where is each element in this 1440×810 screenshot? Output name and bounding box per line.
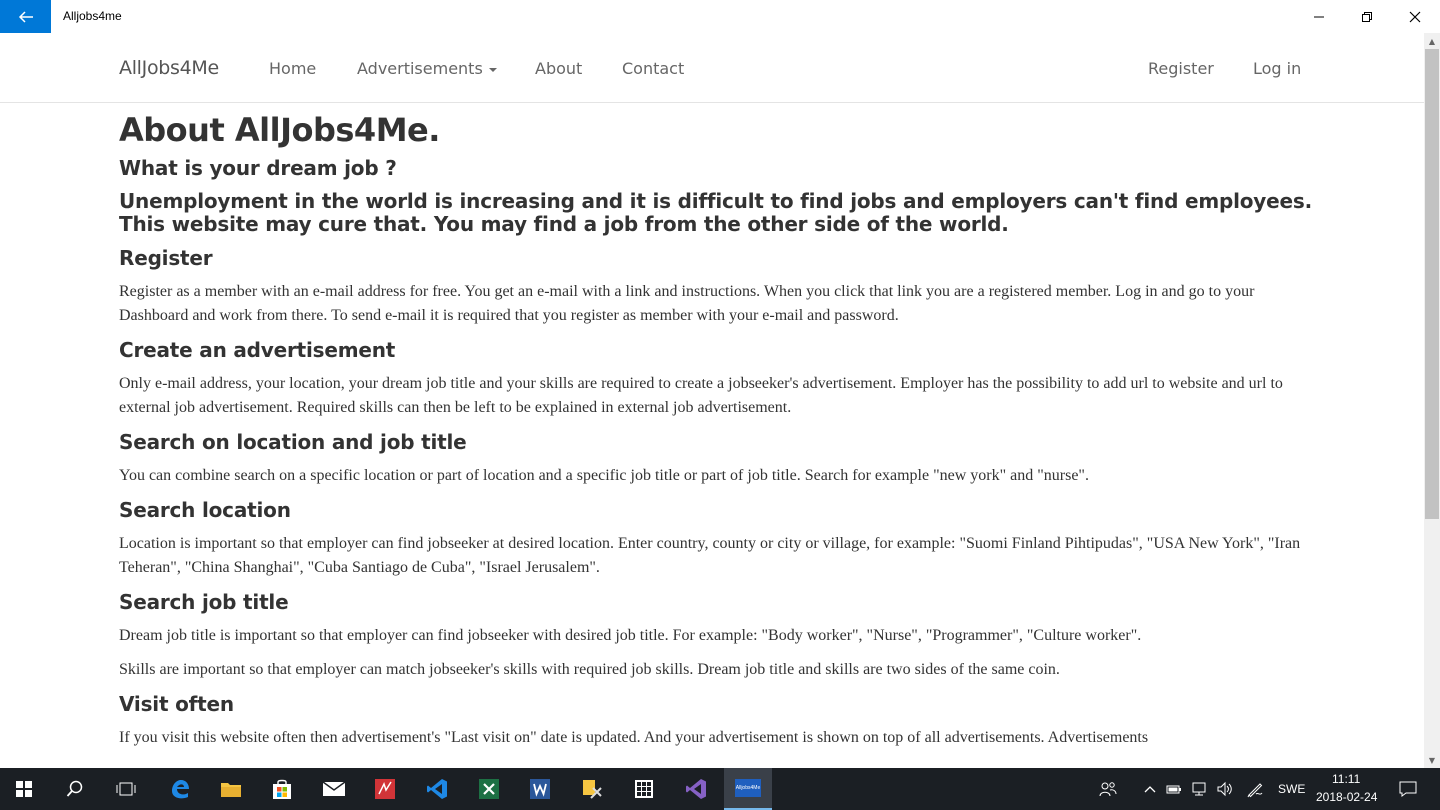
vertical-scrollbar[interactable]: ▲ ▼	[1424, 33, 1440, 768]
scroll-up-arrow-icon[interactable]: ▲	[1424, 33, 1440, 49]
page-lead: Unemployment in the world is increasing …	[119, 189, 1312, 236]
start-button[interactable]	[0, 768, 48, 810]
page-title: About AllJobs4Me.	[119, 111, 440, 149]
minimize-icon	[1314, 16, 1324, 17]
section-search-job-title: Search job title	[119, 590, 289, 614]
search-icon	[66, 780, 83, 797]
calculator-icon	[635, 780, 653, 798]
volume-button[interactable]	[1212, 768, 1238, 810]
arrow-left-icon	[18, 10, 33, 23]
page-subheading: What is your dream job ?	[119, 156, 397, 180]
caret-down-icon	[488, 67, 497, 72]
brand-link[interactable]: AllJobs4Me	[119, 57, 219, 79]
alljobs4me-app-label: Alljobs4Me	[735, 785, 761, 791]
alljobs4me-app-icon: Alljobs4Me	[735, 779, 761, 797]
chevron-up-icon	[1144, 786, 1156, 793]
notification-icon	[1399, 781, 1417, 797]
section-visit-often-text: If you visit this website often then adv…	[119, 729, 1149, 746]
network-button[interactable]	[1186, 768, 1212, 810]
battery-button[interactable]	[1162, 768, 1186, 810]
nav-about[interactable]: About	[535, 59, 582, 78]
nav-home[interactable]: Home	[269, 59, 316, 78]
taskbar-excel[interactable]	[465, 768, 513, 810]
minimize-button[interactable]	[1295, 0, 1343, 33]
section-search-location-title: Search location	[119, 498, 291, 522]
nav-login[interactable]: Log in	[1253, 59, 1301, 78]
battery-icon	[1166, 785, 1181, 794]
section-search-both-text: You can combine search on a specific loc…	[119, 467, 1089, 484]
taskbar-red-app[interactable]	[361, 768, 409, 810]
show-hidden-icons-button[interactable]	[1138, 768, 1162, 810]
page-content: About AllJobs4Me. What is your dream job…	[119, 108, 1324, 768]
taskbar-visual-studio[interactable]	[672, 768, 720, 810]
taskbar-calculator[interactable]	[620, 768, 668, 810]
section-search-job-text-1: Dream job title is important so that emp…	[119, 627, 1142, 644]
task-view-button[interactable]	[102, 768, 150, 810]
task-view-icon	[116, 782, 136, 796]
action-center-button[interactable]	[1388, 768, 1428, 810]
section-search-job-text-2: Skills are important so that employer ca…	[119, 661, 1060, 678]
mail-icon	[322, 781, 346, 796]
edge-browser-icon	[172, 780, 189, 799]
close-button[interactable]	[1391, 0, 1439, 33]
windows-logo-icon	[16, 781, 32, 797]
clock-date[interactable]: 2018-02-24	[1316, 790, 1377, 804]
nav-register[interactable]: Register	[1148, 59, 1214, 78]
section-search-both-title: Search on location and job title	[119, 430, 467, 454]
site-navbar: AllJobs4Me Home Advertisements About Con…	[0, 33, 1424, 103]
section-register-text: Register as a member with an e-mail addr…	[119, 283, 1255, 324]
excel-icon	[479, 779, 499, 799]
taskbar-tool-app[interactable]	[568, 768, 616, 810]
scroll-down-arrow-icon[interactable]: ▼	[1424, 752, 1440, 768]
section-create-ad-title: Create an advertisement	[119, 338, 396, 362]
nav-contact[interactable]: Contact	[622, 59, 684, 78]
taskbar-edge[interactable]	[156, 768, 204, 810]
taskbar-mail[interactable]	[310, 768, 358, 810]
windows-taskbar: Alljobs4Me SWE 11:11 2018-02-24	[0, 768, 1440, 810]
people-icon	[1099, 782, 1117, 797]
clock-time[interactable]: 11:11	[1332, 772, 1360, 786]
speaker-icon	[1217, 781, 1232, 797]
nav-advertisements-dropdown[interactable]: Advertisements	[357, 59, 497, 78]
taskbar-alljobs4me-active[interactable]: Alljobs4Me	[724, 768, 772, 810]
scrollbar-thumb[interactable]	[1425, 49, 1439, 519]
input-language[interactable]: SWE	[1278, 782, 1305, 796]
section-create-ad-text: Only e-mail address, your location, your…	[119, 375, 1283, 416]
taskbar-vscode[interactable]	[413, 768, 461, 810]
taskbar-search-button[interactable]	[51, 768, 99, 810]
visual-studio-icon	[686, 779, 706, 799]
back-button[interactable]	[0, 0, 51, 33]
section-search-location-text: Location is important so that employer c…	[119, 535, 1301, 576]
taskbar-store[interactable]	[258, 768, 306, 810]
pen-icon	[1247, 783, 1263, 798]
window-titlebar: Alljobs4me	[0, 0, 1440, 33]
tools-icon	[583, 780, 602, 799]
vscode-icon	[427, 779, 447, 799]
window-title: Alljobs4me	[63, 9, 122, 23]
restore-icon	[1362, 11, 1372, 22]
section-visit-often-title: Visit often	[119, 692, 234, 716]
section-register-title: Register	[119, 246, 213, 270]
people-button[interactable]	[1088, 768, 1128, 810]
word-icon	[530, 779, 550, 799]
nav-advertisements-label: Advertisements	[357, 59, 483, 78]
store-bag-icon	[273, 779, 291, 799]
network-icon	[1192, 782, 1206, 796]
taskbar-word[interactable]	[516, 768, 564, 810]
taskbar-file-explorer[interactable]	[207, 768, 255, 810]
folder-icon	[221, 783, 241, 797]
pen-workspace-button[interactable]	[1240, 768, 1270, 810]
app-icon	[375, 779, 395, 799]
restore-button[interactable]	[1343, 0, 1391, 33]
close-icon	[1409, 11, 1421, 22]
